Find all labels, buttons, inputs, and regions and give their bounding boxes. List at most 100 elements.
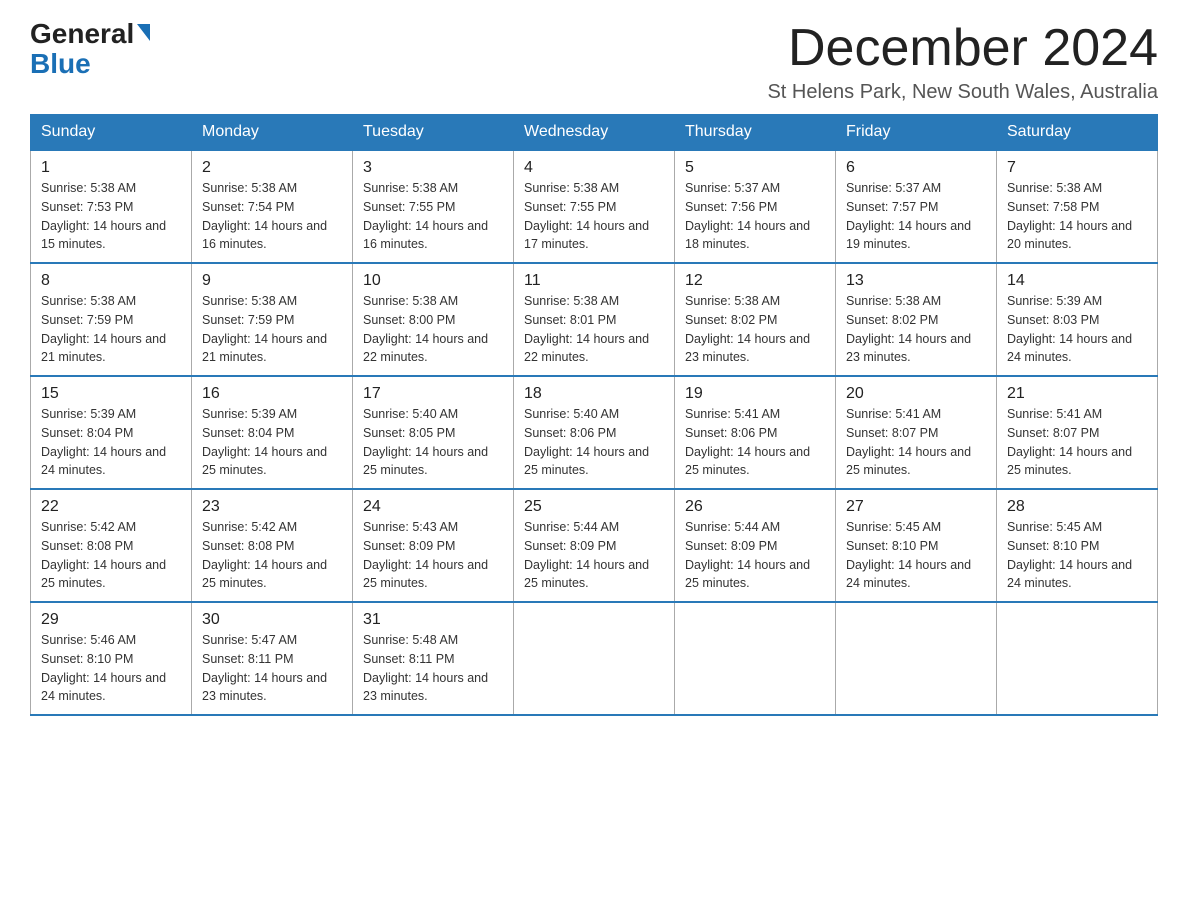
- calendar-week-row: 8 Sunrise: 5:38 AM Sunset: 7:59 PM Dayli…: [31, 263, 1158, 376]
- location-subtitle: St Helens Park, New South Wales, Austral…: [767, 81, 1158, 104]
- day-number: 8: [41, 272, 181, 290]
- day-info: Sunrise: 5:39 AM Sunset: 8:04 PM Dayligh…: [202, 405, 342, 480]
- title-area: December 2024 St Helens Park, New South …: [767, 20, 1158, 104]
- calendar-week-row: 22 Sunrise: 5:42 AM Sunset: 8:08 PM Dayl…: [31, 489, 1158, 602]
- calendar-cell: 20 Sunrise: 5:41 AM Sunset: 8:07 PM Dayl…: [836, 376, 997, 489]
- day-number: 17: [363, 385, 503, 403]
- day-number: 14: [1007, 272, 1147, 290]
- day-info: Sunrise: 5:38 AM Sunset: 8:02 PM Dayligh…: [685, 292, 825, 367]
- day-info: Sunrise: 5:38 AM Sunset: 8:01 PM Dayligh…: [524, 292, 664, 367]
- calendar-cell: [836, 602, 997, 715]
- weekday-header-monday: Monday: [192, 115, 353, 151]
- weekday-header-tuesday: Tuesday: [353, 115, 514, 151]
- calendar-cell: 29 Sunrise: 5:46 AM Sunset: 8:10 PM Dayl…: [31, 602, 192, 715]
- day-number: 21: [1007, 385, 1147, 403]
- day-info: Sunrise: 5:48 AM Sunset: 8:11 PM Dayligh…: [363, 631, 503, 706]
- calendar-cell: 7 Sunrise: 5:38 AM Sunset: 7:58 PM Dayli…: [997, 150, 1158, 263]
- calendar-cell: 15 Sunrise: 5:39 AM Sunset: 8:04 PM Dayl…: [31, 376, 192, 489]
- day-number: 18: [524, 385, 664, 403]
- day-info: Sunrise: 5:41 AM Sunset: 8:07 PM Dayligh…: [1007, 405, 1147, 480]
- calendar-cell: 28 Sunrise: 5:45 AM Sunset: 8:10 PM Dayl…: [997, 489, 1158, 602]
- calendar-cell: [675, 602, 836, 715]
- calendar-week-row: 1 Sunrise: 5:38 AM Sunset: 7:53 PM Dayli…: [31, 150, 1158, 263]
- calendar-cell: 27 Sunrise: 5:45 AM Sunset: 8:10 PM Dayl…: [836, 489, 997, 602]
- calendar-cell: 2 Sunrise: 5:38 AM Sunset: 7:54 PM Dayli…: [192, 150, 353, 263]
- calendar-cell: 17 Sunrise: 5:40 AM Sunset: 8:05 PM Dayl…: [353, 376, 514, 489]
- calendar-cell: [997, 602, 1158, 715]
- calendar-cell: 1 Sunrise: 5:38 AM Sunset: 7:53 PM Dayli…: [31, 150, 192, 263]
- logo: General Blue: [30, 20, 150, 78]
- page-header: General Blue December 2024 St Helens Par…: [30, 20, 1158, 104]
- day-number: 3: [363, 159, 503, 177]
- day-info: Sunrise: 5:38 AM Sunset: 7:59 PM Dayligh…: [41, 292, 181, 367]
- day-number: 27: [846, 498, 986, 516]
- day-number: 22: [41, 498, 181, 516]
- weekday-header-sunday: Sunday: [31, 115, 192, 151]
- day-number: 4: [524, 159, 664, 177]
- day-number: 26: [685, 498, 825, 516]
- day-info: Sunrise: 5:44 AM Sunset: 8:09 PM Dayligh…: [685, 518, 825, 593]
- calendar-week-row: 15 Sunrise: 5:39 AM Sunset: 8:04 PM Dayl…: [31, 376, 1158, 489]
- day-info: Sunrise: 5:39 AM Sunset: 8:03 PM Dayligh…: [1007, 292, 1147, 367]
- calendar-cell: 9 Sunrise: 5:38 AM Sunset: 7:59 PM Dayli…: [192, 263, 353, 376]
- logo-line2: Blue: [30, 50, 91, 78]
- day-number: 13: [846, 272, 986, 290]
- calendar-table: SundayMondayTuesdayWednesdayThursdayFrid…: [30, 114, 1158, 716]
- day-number: 6: [846, 159, 986, 177]
- calendar-cell: 21 Sunrise: 5:41 AM Sunset: 8:07 PM Dayl…: [997, 376, 1158, 489]
- calendar-cell: 30 Sunrise: 5:47 AM Sunset: 8:11 PM Dayl…: [192, 602, 353, 715]
- day-info: Sunrise: 5:40 AM Sunset: 8:05 PM Dayligh…: [363, 405, 503, 480]
- calendar-cell: 22 Sunrise: 5:42 AM Sunset: 8:08 PM Dayl…: [31, 489, 192, 602]
- day-number: 19: [685, 385, 825, 403]
- day-number: 28: [1007, 498, 1147, 516]
- day-info: Sunrise: 5:38 AM Sunset: 8:00 PM Dayligh…: [363, 292, 503, 367]
- day-number: 29: [41, 611, 181, 629]
- calendar-cell: 25 Sunrise: 5:44 AM Sunset: 8:09 PM Dayl…: [514, 489, 675, 602]
- logo-line1: General: [30, 20, 150, 48]
- day-number: 23: [202, 498, 342, 516]
- day-info: Sunrise: 5:44 AM Sunset: 8:09 PM Dayligh…: [524, 518, 664, 593]
- day-info: Sunrise: 5:37 AM Sunset: 7:57 PM Dayligh…: [846, 179, 986, 254]
- day-info: Sunrise: 5:41 AM Sunset: 8:07 PM Dayligh…: [846, 405, 986, 480]
- day-info: Sunrise: 5:40 AM Sunset: 8:06 PM Dayligh…: [524, 405, 664, 480]
- day-info: Sunrise: 5:38 AM Sunset: 7:55 PM Dayligh…: [524, 179, 664, 254]
- calendar-cell: 24 Sunrise: 5:43 AM Sunset: 8:09 PM Dayl…: [353, 489, 514, 602]
- day-number: 20: [846, 385, 986, 403]
- weekday-header-saturday: Saturday: [997, 115, 1158, 151]
- calendar-week-row: 29 Sunrise: 5:46 AM Sunset: 8:10 PM Dayl…: [31, 602, 1158, 715]
- day-info: Sunrise: 5:46 AM Sunset: 8:10 PM Dayligh…: [41, 631, 181, 706]
- day-info: Sunrise: 5:39 AM Sunset: 8:04 PM Dayligh…: [41, 405, 181, 480]
- day-number: 9: [202, 272, 342, 290]
- day-number: 30: [202, 611, 342, 629]
- weekday-header-thursday: Thursday: [675, 115, 836, 151]
- day-number: 24: [363, 498, 503, 516]
- calendar-cell: 31 Sunrise: 5:48 AM Sunset: 8:11 PM Dayl…: [353, 602, 514, 715]
- calendar-cell: 8 Sunrise: 5:38 AM Sunset: 7:59 PM Dayli…: [31, 263, 192, 376]
- day-info: Sunrise: 5:38 AM Sunset: 8:02 PM Dayligh…: [846, 292, 986, 367]
- calendar-cell: 23 Sunrise: 5:42 AM Sunset: 8:08 PM Dayl…: [192, 489, 353, 602]
- day-number: 2: [202, 159, 342, 177]
- day-number: 1: [41, 159, 181, 177]
- day-info: Sunrise: 5:38 AM Sunset: 7:59 PM Dayligh…: [202, 292, 342, 367]
- day-number: 25: [524, 498, 664, 516]
- weekday-header-wednesday: Wednesday: [514, 115, 675, 151]
- calendar-cell: 5 Sunrise: 5:37 AM Sunset: 7:56 PM Dayli…: [675, 150, 836, 263]
- day-info: Sunrise: 5:45 AM Sunset: 8:10 PM Dayligh…: [1007, 518, 1147, 593]
- day-number: 11: [524, 272, 664, 290]
- day-info: Sunrise: 5:42 AM Sunset: 8:08 PM Dayligh…: [202, 518, 342, 593]
- day-info: Sunrise: 5:45 AM Sunset: 8:10 PM Dayligh…: [846, 518, 986, 593]
- calendar-cell: 13 Sunrise: 5:38 AM Sunset: 8:02 PM Dayl…: [836, 263, 997, 376]
- weekday-header-row: SundayMondayTuesdayWednesdayThursdayFrid…: [31, 115, 1158, 151]
- calendar-cell: 10 Sunrise: 5:38 AM Sunset: 8:00 PM Dayl…: [353, 263, 514, 376]
- calendar-cell: 12 Sunrise: 5:38 AM Sunset: 8:02 PM Dayl…: [675, 263, 836, 376]
- day-info: Sunrise: 5:42 AM Sunset: 8:08 PM Dayligh…: [41, 518, 181, 593]
- calendar-cell: 26 Sunrise: 5:44 AM Sunset: 8:09 PM Dayl…: [675, 489, 836, 602]
- day-info: Sunrise: 5:38 AM Sunset: 7:53 PM Dayligh…: [41, 179, 181, 254]
- day-info: Sunrise: 5:41 AM Sunset: 8:06 PM Dayligh…: [685, 405, 825, 480]
- day-number: 31: [363, 611, 503, 629]
- month-year-title: December 2024: [767, 20, 1158, 77]
- day-number: 10: [363, 272, 503, 290]
- day-number: 12: [685, 272, 825, 290]
- day-info: Sunrise: 5:38 AM Sunset: 7:55 PM Dayligh…: [363, 179, 503, 254]
- day-number: 16: [202, 385, 342, 403]
